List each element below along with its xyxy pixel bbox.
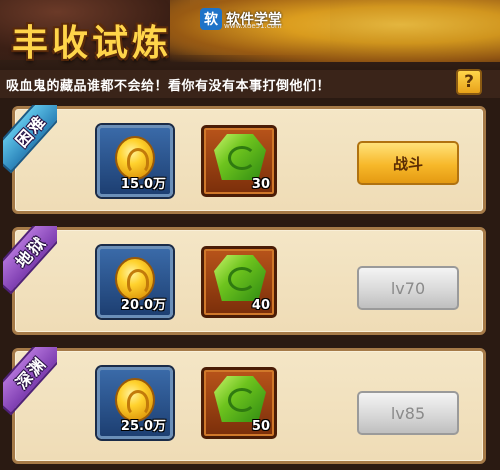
watermark-logo: 软 xyxy=(200,8,222,30)
coin-reward[interactable]: 25.0万 xyxy=(97,367,173,439)
difficulty-label: 深渊 xyxy=(12,353,51,393)
subtitle-bar: 吸血鬼的藏品谁都不会给！看你有没有本事打倒他们！ xyxy=(0,70,500,98)
gem-reward[interactable]: 30 xyxy=(201,125,277,197)
green-gem-icon xyxy=(214,134,266,180)
fight-button[interactable]: 战斗 xyxy=(357,141,459,185)
page-title: 丰收试炼 xyxy=(12,23,173,64)
gem-reward[interactable]: 40 xyxy=(201,246,277,318)
coin-amount: 25.0万 xyxy=(120,419,166,434)
difficulty-ribbon: 困难 xyxy=(3,105,57,185)
watermark-url: www.xue51.com xyxy=(224,22,282,30)
difficulty-ribbon: 地狱 xyxy=(3,226,57,306)
help-button[interactable]: ? xyxy=(456,69,482,95)
difficulty-label: 地狱 xyxy=(12,232,51,272)
difficulty-label: 困难 xyxy=(12,111,51,151)
level-card-hell: 地狱 20.0万 40 lv70 xyxy=(3,226,486,335)
gem-amount: 30 xyxy=(251,177,270,192)
gem-amount: 40 xyxy=(251,298,270,313)
level-card-hard: 困难 15.0万 30 战斗 xyxy=(3,105,486,214)
locked-level-button[interactable]: lv85 xyxy=(357,391,459,435)
difficulty-ribbon: 深渊 xyxy=(3,347,57,427)
locked-level-button[interactable]: lv70 xyxy=(357,266,459,310)
coin-amount: 15.0万 xyxy=(120,177,166,192)
level-card-abyss: 深渊 25.0万 50 lv85 xyxy=(3,347,486,464)
subtitle-text: 吸血鬼的藏品谁都不会给！看你有没有本事打倒他们！ xyxy=(6,79,331,94)
header-banner: 丰收试炼 软 软件学堂 www.xue51.com xyxy=(0,0,500,70)
gem-reward[interactable]: 50 xyxy=(201,367,277,439)
coin-reward[interactable]: 20.0万 xyxy=(97,246,173,318)
green-gem-icon xyxy=(214,376,266,422)
green-gem-icon xyxy=(214,255,266,301)
gem-amount: 50 xyxy=(251,419,270,434)
coin-amount: 20.0万 xyxy=(120,298,166,313)
coin-reward[interactable]: 15.0万 xyxy=(97,125,173,197)
